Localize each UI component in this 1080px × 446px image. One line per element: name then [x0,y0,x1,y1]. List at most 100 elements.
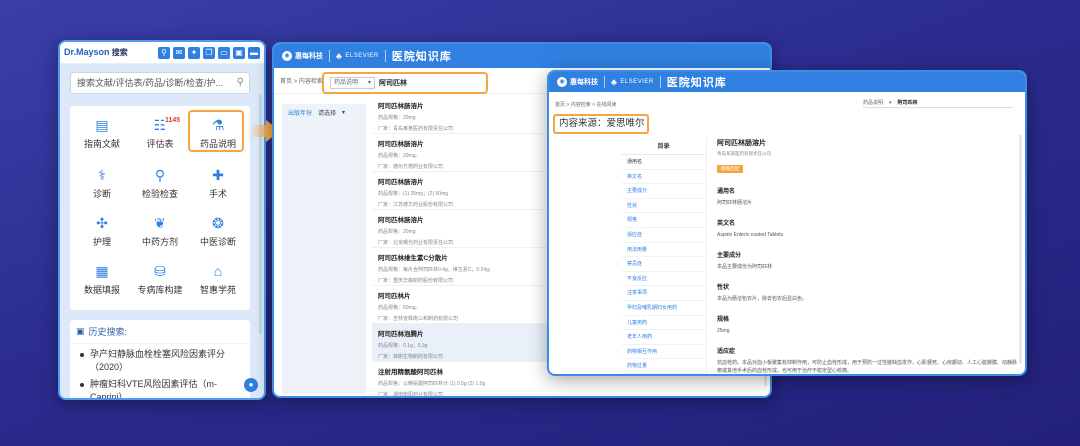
toc-item[interactable]: 通用名 [621,155,706,170]
filter-label: 出版年份 [288,111,313,117]
result-item[interactable]: 阿司匹林维生素C分散片 药品规格：每片含阿司匹林0.4g，维生素C，0.24g。厂… [372,248,550,286]
search-box[interactable]: 药品说明 ▾ 阿司匹林 [322,72,488,94]
article-section: 性状 本品为肠溶包衣片，除去包衣后显白色。 [717,285,808,302]
category-select[interactable]: 药品说明 [863,99,883,106]
article-section: 规格 25mg [717,317,730,334]
result-item[interactable]: 阿司匹林片 药品规格：50mg。 厂家：吉林省辉南三和制药有限公司 [372,286,550,324]
app-header: Dr.Mayson 搜索 ⚲ ✉ ✦ ❐ ▭ ▣ ▬ [60,42,264,64]
message-icon[interactable]: ✉ [173,46,185,59]
search-input[interactable]: 搜索文献/评估表/药品/诊断/检查/护... ⚲ [70,72,250,94]
nursing-icon: ✣ [96,215,108,231]
toc-title: 目录 [621,138,706,155]
document-icon[interactable]: ▭ [218,46,230,59]
query-text: 阿司匹林 [897,100,918,106]
user-icon[interactable]: ● [244,378,258,392]
toc-item[interactable]: 禁忌症 [621,257,706,272]
search-history: ▣ 历史搜索: 孕产妇静脉血栓栓塞风险因素评分（2020） 肿瘤妇科VTE风险因素… [70,320,250,398]
category-lab-tests[interactable]: ⚲ 检验检查 [132,166,188,210]
chevron-down-icon: ▾ [889,99,892,106]
result-item[interactable]: 阿司匹林肠溶片 药品规格：20mg。 厂家：德州方德药业有限公司 [372,134,550,172]
app-logo: Dr.Mayson 搜索 [64,47,128,57]
category-data-entry[interactable]: ▦ 数据填报 [74,262,130,306]
result-item[interactable]: 阿司匹林肠溶片 药品规格：20mg 厂家：北京曙光药业有限责任公司 [372,210,550,248]
result-item[interactable]: 阿司匹林肠溶片 药品规格：20mg 厂家：青岛某某医药有限责任公司 [372,96,550,134]
window-icon[interactable]: ▣ [233,46,245,59]
history-item[interactable]: 肿瘤妇科VTE风险因素评估（m-Caprini） [70,374,250,398]
toc-item[interactable]: 孕妇及哺乳期妇女用药 [621,301,706,316]
category-academy[interactable]: ⌂ 智惠学苑 [190,262,246,306]
category-select[interactable]: 药品说明 ▾ [330,77,376,89]
category-surgery[interactable]: ✚ 手术 [190,166,246,210]
pin-icon[interactable]: ✦ [188,46,200,59]
academy-icon: ⌂ [213,263,223,279]
scrollbar[interactable] [1019,134,1022,364]
microscope-icon: ⚲ [154,167,166,183]
app-body: 搜索文献/评估表/药品/诊断/检查/护... ⚲ ▤ 指南文献 ☷ 1145 评估表 … [60,64,264,398]
result-item[interactable]: 阿司匹林肠溶片 药品规格：(1) 25mg；(2) 50mg 厂家：江苏德华药业股份… [372,172,550,210]
brand-logo: ◉ 惠每科技 [557,77,598,87]
history-item[interactable]: 孕产妇静脉血栓栓塞风险因素评分（2020） [70,344,250,374]
brand-icon: ◉ [557,77,567,87]
article-window: ◉ 惠每科技 ♣ ELSEVIER 医院知识库 首页 > 内容检索 > 在线阅读 药… [547,70,1027,376]
category-diagnosis[interactable]: ⚕ 诊断 [74,166,130,210]
category-grid: ▤ 指南文献 ☷ 1145 评估表 ⚗ 药品说明 ⚕ 诊断 ⚲ 检验检查 ✚ 手术 ✣ 护理 ❦… [70,106,250,310]
brand-icon: ◉ [282,51,292,61]
article-section: 英文名 Aspirin Enteric-coated Tablets [717,221,784,238]
app-title: 搜索 [111,48,128,57]
article-section: 通用名 阿司匹林肠溶片 [717,189,753,206]
search-app-window: Dr.Mayson 搜索 ⚲ ✉ ✦ ❐ ▭ ▣ ▬ 搜索文献/评估表/药品/诊… [58,40,266,400]
toc-item[interactable]: 注意事项 [621,286,706,301]
toolbar: ⚲ ✉ ✦ ❐ ▭ ▣ ▬ [158,46,260,59]
toc-item[interactable]: 性状 [621,199,706,214]
category-guidelines[interactable]: ▤ 指南文献 [74,116,130,160]
table-of-contents: 目录 通用名 英文名 主要成分 性状 规格 适应症 用法用量 禁忌症 不良反应 … [621,138,707,374]
category-herbal[interactable]: ❦ 中药方剂 [132,214,188,258]
tree-icon: ♣ [611,77,618,87]
toc-item[interactable]: 适应症 [621,228,706,243]
surgery-icon: ✚ [212,167,224,183]
category-nursing[interactable]: ✣ 护理 [74,214,130,258]
article-title: 阿司匹林肠溶片 [717,140,766,147]
filter-sidebar: 出版年份 请选择 ▾ [282,104,366,394]
site-name: 医院知识库 [666,77,727,89]
category-assessment[interactable]: ☷ 1145 评估表 [132,116,188,160]
breadcrumb: 首页 > 内容检索 > 在线阅读 [555,102,617,108]
result-item-selected[interactable]: 阿司匹林泡腾片 药品规格：0.1g；0.3g 厂家：菲斯生物制药有限公司 [372,324,550,362]
toc-item[interactable]: 儿童用药 [621,316,706,331]
result-item[interactable]: 注射用精氨酸阿司匹林 药品规格：以精氨酸阿司匹林计 (1) 0.5g (2) 1.… [372,362,550,396]
elsevier-logo: ♣ ELSEVIER [611,77,654,87]
tree-icon: ♣ [336,51,343,61]
search-box[interactable]: 药品说明 ▾ 阿司匹林 [863,98,1013,108]
toc-item[interactable]: 不良反应 [621,272,706,287]
book-icon: ▤ [95,117,109,133]
toc-item[interactable]: 用法用量 [621,243,706,258]
herbal-icon: ❦ [154,215,166,231]
data-entry-icon: ▦ [95,263,109,279]
breadcrumb: 首页 > 内容检索 [280,79,323,85]
toc-item[interactable]: 规格 [621,213,706,228]
bookmark-icon[interactable]: ❐ [203,46,215,59]
site-header: ◉ 惠每科技 ♣ ELSEVIER 医院知识库 [274,44,770,68]
highlight-box [188,110,244,152]
search-icon[interactable]: ⚲ [158,46,170,59]
toc-item[interactable]: 药物相互作用 [621,345,706,360]
count-badge: 1145 [164,116,182,125]
tcm-diagnosis-icon: ❂ [212,215,224,231]
article-section: 适应症 抗血栓药。本品对血小板聚集有抑制作用，可防止血栓形成，用于预防一过性脑缺血… [717,349,1018,374]
history-title: ▣ 历史搜索: [70,320,250,344]
category-disease-db[interactable]: ⛁ 专病库构建 [132,262,188,306]
article-section: 主要成分 本品主要成份为阿司匹林 [717,253,773,270]
disease-db-icon: ⛁ [154,263,166,279]
monitor-icon[interactable]: ▬ [248,46,260,59]
category-tcm-diagnosis[interactable]: ❂ 中医诊断 [190,214,246,258]
toc-item[interactable]: 药物过量 [621,359,706,374]
filter-select[interactable]: 请选择 [318,108,336,117]
search-icon[interactable]: ⚲ [237,73,244,93]
site-header: ◉ 惠每科技 ♣ ELSEVIER 医院知识库 [549,72,1025,92]
results-list: 阿司匹林肠溶片 药品规格：20mg 厂家：青岛某某医药有限责任公司 阿司匹林肠溶片药… [372,96,550,396]
toc-item[interactable]: 英文名 [621,170,706,185]
toc-item[interactable]: 老年人用药 [621,330,706,345]
chevron-down-icon: ▾ [342,110,346,116]
site-name: 医院知识库 [391,51,452,63]
toc-item[interactable]: 主要成分 [621,184,706,199]
